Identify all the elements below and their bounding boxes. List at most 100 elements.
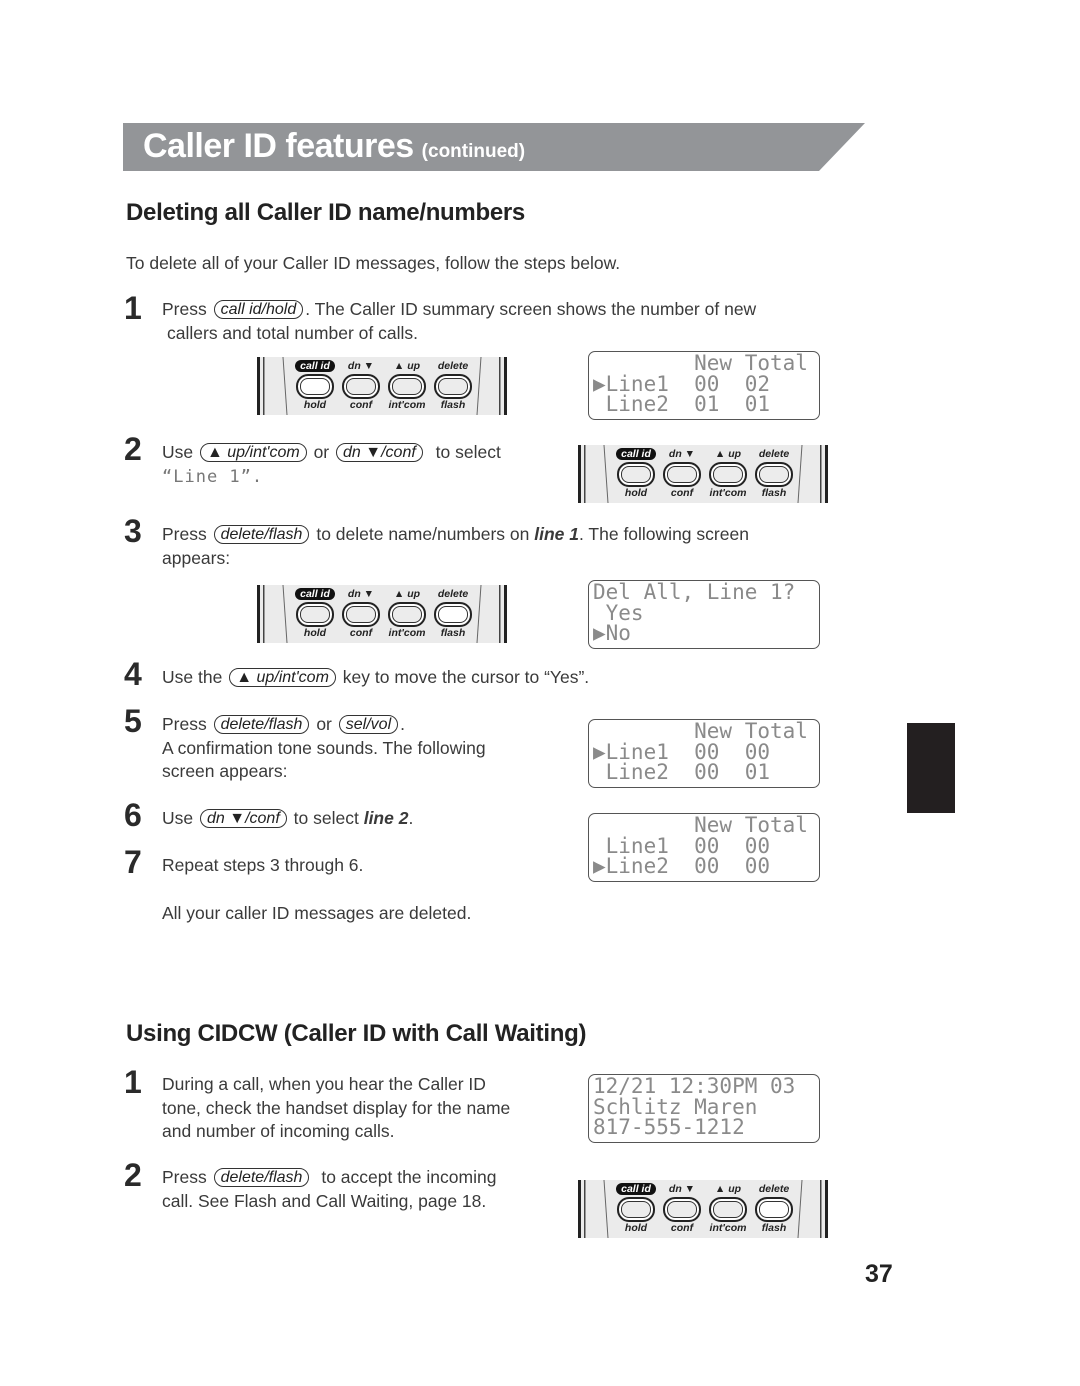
text: During a call, when you hear the Caller … bbox=[162, 1074, 486, 1094]
key-top-label: ▲ up bbox=[393, 360, 421, 372]
key-top-label: dn ▼ bbox=[347, 360, 375, 372]
text: callers and total number of calls. bbox=[167, 322, 418, 343]
key-top-label: delete bbox=[437, 588, 469, 600]
key-button-shape bbox=[342, 374, 380, 399]
lcd-line: New Total bbox=[593, 813, 808, 837]
key-sel-vol: sel/vol bbox=[338, 715, 399, 734]
key-top-label: call id bbox=[295, 360, 335, 372]
step-number: 3 bbox=[124, 513, 142, 549]
text: to select bbox=[435, 442, 501, 462]
text: appears: bbox=[162, 547, 231, 568]
text: . bbox=[408, 808, 414, 828]
key-delete-flash: delete/flash bbox=[213, 1168, 310, 1187]
key-dn-conf: dn ▼/conf bbox=[336, 443, 423, 462]
lcd-line: ▶Line1 00 02 bbox=[593, 371, 771, 396]
lcd-line: New Total bbox=[593, 351, 808, 375]
keypad-illustration: call id hold dn ▼ conf ▲ up int'com delete flas… bbox=[578, 1180, 828, 1238]
closing-text: All your caller ID messages are deleted. bbox=[162, 903, 472, 923]
chapter-thumb-tab bbox=[907, 723, 955, 813]
key-delete-flash: delete/flash bbox=[213, 525, 310, 544]
key-bottom-label: hold bbox=[624, 487, 648, 499]
step-2-text: Use ▲ up/int'com or dn ▼/conf to select … bbox=[162, 441, 582, 489]
key-button-shape bbox=[434, 374, 472, 399]
text: Press bbox=[162, 1167, 207, 1187]
keypad-illustration: call id hold dn ▼ conf ▲ up int'com delete flas… bbox=[578, 445, 828, 503]
key-bottom-label: conf bbox=[670, 487, 694, 499]
lcd-summary-screen-after-delete: New Total ▶Line1 00 00 Line2 00 01 bbox=[588, 719, 820, 788]
lcd-delete-prompt-screen: Del All, Line 1? Yes ▶No bbox=[588, 580, 820, 649]
text-emphasis: line 2 bbox=[363, 808, 409, 828]
section-heading-deleting: Deleting all Caller ID name/numbers bbox=[126, 199, 525, 226]
page-number: 37 bbox=[865, 1260, 893, 1288]
text: key to move the cursor to “Yes”. bbox=[342, 667, 590, 687]
text: and number of incoming calls. bbox=[162, 1121, 395, 1141]
key-button-shape bbox=[755, 1197, 793, 1222]
lcd-cidcw-screen: 12/21 12:30PM 03 Schlitz Maren 817-555-121… bbox=[588, 1074, 820, 1143]
text-emphasis: line 1 bbox=[534, 524, 580, 544]
step-number: 1 bbox=[124, 290, 142, 326]
keypad-illustration: call id hold dn ▼ conf ▲ up int'com delete flas… bbox=[257, 585, 507, 643]
text: or bbox=[316, 714, 332, 734]
text: Use the bbox=[162, 667, 223, 687]
key-top-label: dn ▼ bbox=[668, 1183, 696, 1195]
key-bottom-label: flash bbox=[761, 1222, 787, 1234]
key-button-shape bbox=[342, 602, 380, 627]
step-number: 6 bbox=[124, 797, 142, 833]
key-top-label: delete bbox=[437, 360, 469, 372]
step-number: 2 bbox=[124, 1157, 142, 1193]
key-bottom-label: flash bbox=[440, 399, 466, 411]
key-top-label: delete bbox=[758, 448, 790, 460]
key-top-label: ▲ up bbox=[714, 1183, 742, 1195]
step-number: 7 bbox=[124, 844, 142, 880]
text: to delete name/numbers on bbox=[316, 524, 530, 544]
lcd-summary-screen-line2: New Total Line1 00 00 ▶Line2 00 00 bbox=[588, 813, 820, 882]
lcd-line: ▶Line1 00 00 bbox=[593, 739, 771, 764]
key-bottom-label: conf bbox=[349, 627, 373, 639]
key-bottom-label: conf bbox=[349, 399, 373, 411]
text: Press bbox=[162, 524, 207, 544]
key-dn-conf: dn ▼/conf bbox=[200, 809, 287, 828]
lcd-line: 12/21 12:30PM 03 bbox=[593, 1074, 796, 1098]
section-banner: Caller ID features (continued) bbox=[123, 123, 865, 171]
text: or bbox=[313, 442, 330, 462]
step-number: 4 bbox=[124, 656, 142, 692]
key-button-shape bbox=[709, 1197, 747, 1222]
intro-text: To delete all of your Caller ID messages… bbox=[126, 253, 621, 273]
text: tone, check the handset display for the … bbox=[162, 1097, 511, 1118]
step-number: 1 bbox=[124, 1064, 142, 1100]
banner-title: Caller ID features (continued) bbox=[143, 127, 525, 166]
key-bottom-label: int'com bbox=[709, 487, 747, 499]
text: Press bbox=[162, 714, 207, 734]
text: Use bbox=[162, 808, 194, 828]
key-top-label: ▲ up bbox=[714, 448, 742, 460]
key-call-id-hold: call id/hold bbox=[213, 300, 304, 319]
text: Press bbox=[162, 299, 207, 319]
key-bottom-label: flash bbox=[440, 627, 466, 639]
lcd-inline-text: “Line 1”. bbox=[162, 466, 264, 487]
key-bottom-label: hold bbox=[624, 1222, 648, 1234]
key-button-shape bbox=[617, 1197, 655, 1222]
step-5-text: Press delete/flash or sel/vol. A confirm… bbox=[162, 713, 582, 784]
key-button-shape bbox=[709, 462, 747, 487]
key-button-shape bbox=[388, 374, 426, 399]
text: to select bbox=[293, 808, 359, 828]
lcd-line: Line2 01 01 bbox=[593, 392, 771, 416]
step-number: 2 bbox=[124, 431, 142, 467]
step-7-text: Repeat steps 3 through 6. bbox=[162, 855, 364, 875]
key-button-shape bbox=[663, 1197, 701, 1222]
key-up-intcom: ▲ up/int'com bbox=[229, 668, 336, 687]
key-top-label: dn ▼ bbox=[668, 448, 696, 460]
lcd-line: Yes bbox=[593, 600, 644, 625]
lcd-summary-screen: New Total ▶Line1 00 02 Line2 01 01 bbox=[588, 351, 820, 420]
step-number: 5 bbox=[124, 703, 142, 739]
key-button-shape bbox=[296, 374, 334, 399]
cidcw-step-2-text: Press delete/flash to accept the incomin… bbox=[162, 1166, 562, 1213]
text: . bbox=[400, 714, 405, 734]
text: call. See Flash and Call Waiting, page 1… bbox=[162, 1190, 487, 1211]
key-bottom-label: flash bbox=[761, 487, 787, 499]
text: to accept the incoming bbox=[321, 1167, 497, 1187]
key-button-shape bbox=[617, 462, 655, 487]
lcd-line: Del All, Line 1? bbox=[593, 580, 796, 604]
key-bottom-label: hold bbox=[303, 627, 327, 639]
lcd-line: 817-555-1212 bbox=[593, 1115, 745, 1139]
